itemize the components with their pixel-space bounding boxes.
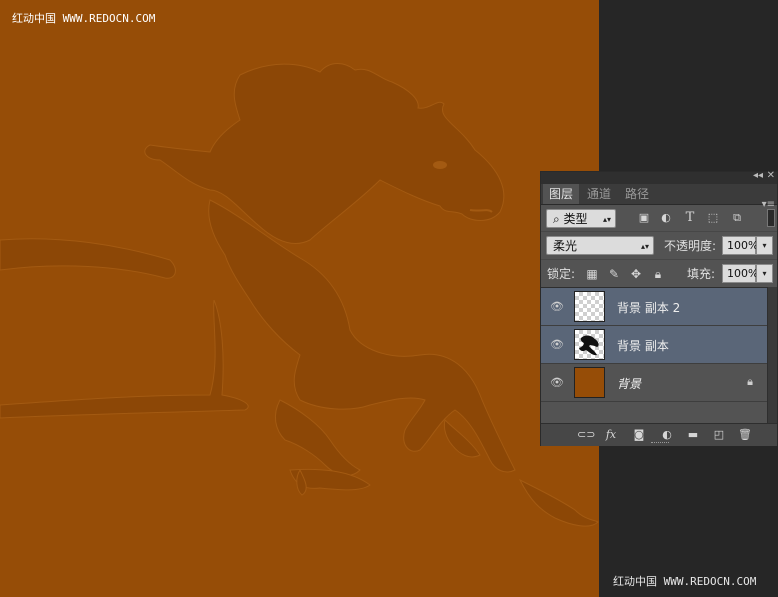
layer-name: 背景 副本 2 bbox=[617, 301, 681, 315]
lock-label: 锁定: bbox=[547, 267, 576, 281]
resize-grip[interactable] bbox=[651, 442, 669, 445]
lock-paint-icon[interactable]: ✎ bbox=[607, 267, 621, 281]
fill-value: 100% bbox=[727, 267, 759, 280]
image-filter-icon[interactable]: ▣ bbox=[637, 211, 651, 225]
adjustment-icon[interactable]: ◐ bbox=[659, 428, 675, 442]
layers-list: 👁︎ 背景 副本 2 👁︎ 背景 副本 👁︎ 背景 🔒︎ bbox=[541, 287, 767, 424]
fill-label: 填充: bbox=[687, 267, 716, 281]
layer-name: 背景 bbox=[617, 377, 642, 391]
close-icon[interactable]: ✕ bbox=[767, 170, 775, 181]
adjustment-filter-icon[interactable]: ◐ bbox=[659, 211, 673, 225]
filter-kind-label: 类型 bbox=[563, 212, 588, 226]
lock-transparent-icon[interactable]: ▦ bbox=[585, 267, 599, 281]
lock-move-icon[interactable]: ✥ bbox=[629, 267, 643, 281]
opacity-value: 100% bbox=[727, 239, 759, 252]
blend-mode-select[interactable]: 柔光 ▴▾ bbox=[546, 236, 654, 255]
horse-artwork bbox=[0, 63, 599, 527]
layer-thumbnail bbox=[574, 329, 605, 360]
tab-channels[interactable]: 通道 bbox=[581, 184, 617, 204]
link-icon[interactable]: ⊂⊃ bbox=[577, 428, 595, 442]
search-icon: ⌕ bbox=[553, 212, 564, 226]
tab-paths[interactable]: 路径 bbox=[619, 184, 655, 204]
fx-icon[interactable]: fx bbox=[603, 428, 619, 442]
fill-input[interactable]: 100% ▾ bbox=[722, 264, 773, 283]
filter-kind-select[interactable]: ⌕ 类型 ▴▾ bbox=[546, 209, 616, 228]
panel-tabs: 图层 通道 路径 ▾≡ bbox=[541, 184, 777, 210]
type-filter-icon[interactable]: T bbox=[683, 211, 697, 225]
blend-row: 柔光 ▴▾ 不透明度: 100% ▾ bbox=[541, 231, 777, 260]
layer-row[interactable]: 👁︎ 背景 副本 2 bbox=[541, 288, 767, 326]
layers-panel: ◂◂ ✕ 图层 通道 路径 ▾≡ ⌕ 类型 ▴▾ ▣ ◐ T ⬚ ⧉ 柔光 ▴▾… bbox=[540, 170, 778, 446]
stepper-arrows-icon: ▴▾ bbox=[602, 215, 611, 224]
new-layer-icon[interactable]: ◰ bbox=[711, 428, 727, 442]
layer-thumbnail bbox=[574, 367, 605, 398]
opacity-dropdown-icon[interactable]: ▾ bbox=[756, 236, 773, 255]
trash-icon[interactable]: 🗑︎ bbox=[737, 428, 753, 442]
layer-row[interactable]: 👁︎ 背景 🔒︎ bbox=[541, 364, 767, 402]
mask-icon[interactable]: ◙ bbox=[631, 428, 647, 442]
lock-row: 锁定: ▦ ✎ ✥ 🔒︎ 填充: 100% ▾ bbox=[541, 259, 777, 288]
fill-dropdown-icon[interactable]: ▾ bbox=[756, 264, 773, 283]
filter-toggle-switch[interactable] bbox=[767, 209, 775, 227]
eye-icon[interactable]: 👁︎ bbox=[549, 338, 565, 352]
horse-thumbnail bbox=[579, 335, 599, 356]
layer-row[interactable]: 👁︎ 背景 副本 bbox=[541, 326, 767, 364]
tab-layers[interactable]: 图层 bbox=[543, 184, 580, 204]
eye-icon[interactable]: 👁︎ bbox=[549, 300, 565, 314]
watermark-bottom: 红动中国 WWW.REDOCN.COM bbox=[613, 575, 757, 588]
collapse-icon[interactable]: ◂◂ bbox=[753, 170, 763, 181]
blend-mode-label: 柔光 bbox=[553, 239, 578, 253]
shape-filter-icon[interactable]: ⬚ bbox=[706, 211, 720, 225]
layer-thumbnail bbox=[574, 291, 605, 322]
lock-all-icon[interactable]: 🔒︎ bbox=[651, 267, 665, 281]
opacity-label: 不透明度: bbox=[664, 239, 717, 253]
smart-object-filter-icon[interactable]: ⧉ bbox=[730, 211, 744, 225]
panel-title-bar[interactable]: ◂◂ ✕ bbox=[541, 170, 777, 184]
stepper-arrows-icon: ▴▾ bbox=[640, 242, 649, 251]
layers-scrollbar[interactable] bbox=[767, 287, 777, 423]
lock-icon: 🔒︎ bbox=[747, 375, 753, 388]
eye-icon[interactable]: 👁︎ bbox=[549, 376, 565, 390]
opacity-input[interactable]: 100% ▾ bbox=[722, 236, 773, 255]
document-canvas[interactable]: 红动中国 WWW.REDOCN.COM bbox=[0, 0, 599, 597]
panel-bottom-bar: ⊂⊃ fx ◙ ◐ ▬ ◰ 🗑︎ bbox=[541, 423, 777, 446]
layer-name: 背景 副本 bbox=[617, 339, 669, 353]
watermark-top: 红动中国 WWW.REDOCN.COM bbox=[12, 12, 156, 25]
filter-row: ⌕ 类型 ▴▾ ▣ ◐ T ⬚ ⧉ bbox=[541, 205, 777, 231]
group-icon[interactable]: ▬ bbox=[685, 428, 701, 442]
